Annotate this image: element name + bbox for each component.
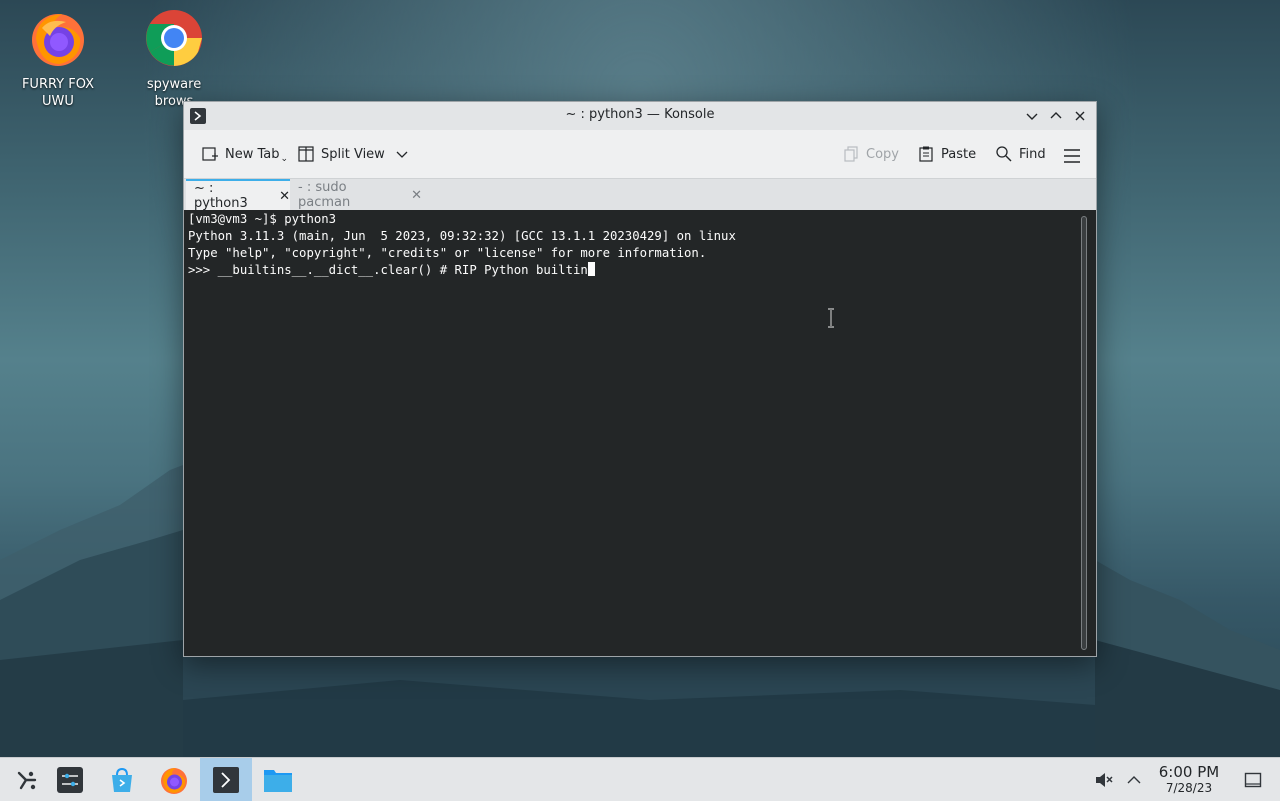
close-icon[interactable] (1070, 106, 1090, 126)
terminal-line: Type "help", "copyright", "credits" or "… (188, 246, 707, 260)
chevron-up-icon (1127, 775, 1141, 783)
application-launcher-icon (17, 771, 37, 789)
konsole-icon (213, 766, 239, 793)
taskbar: 6:00 PM 7/28/23 (0, 757, 1280, 801)
split-view-icon (298, 146, 314, 162)
chevron-down-icon: ⌄ (280, 154, 289, 164)
tab-bar: ~ : python3 ✕ - : sudo pacman ✕ (184, 178, 1096, 211)
terminal-view[interactable]: [vm3@vm3 ~]$ python3 Python 3.11.3 (main… (184, 210, 1096, 656)
file-manager-icon (264, 769, 292, 792)
desktop-icon-firefox[interactable]: FURRY FOX UWU (8, 0, 108, 110)
maximize-icon[interactable] (1046, 106, 1066, 126)
paste-icon (919, 146, 933, 162)
show-desktop-button[interactable] (1244, 758, 1262, 801)
copy-button[interactable]: Copy (842, 144, 899, 164)
find-button[interactable]: Find (995, 144, 1046, 164)
digital-clock[interactable]: 6:00 PM 7/28/23 (1150, 763, 1228, 796)
desktop-icon-chrome[interactable]: spyware brows (124, 0, 224, 110)
desktop-icon-label: FURRY FOX UWU (21, 77, 95, 109)
copy-label: Copy (866, 146, 899, 162)
titlebar[interactable]: ~ : python3 — Konsole (184, 102, 1096, 130)
terminal-line: Python 3.11.3 (main, Jun 5 2023, 09:32:3… (188, 229, 736, 243)
terminal-line: [vm3@vm3 ~]$ python3 (188, 212, 337, 226)
tab-python3[interactable]: ~ : python3 ✕ (186, 179, 290, 211)
chrome-icon (146, 10, 202, 66)
firefox-icon (161, 767, 187, 794)
taskbar-firefox[interactable] (148, 758, 200, 801)
scrollbar[interactable] (1081, 216, 1087, 650)
taskbar-discover[interactable] (96, 758, 148, 801)
toolbar: New Tab ⌄ Split View Copy Paste Find (184, 130, 1096, 178)
new-tab-icon (202, 147, 218, 161)
terminal-prompt-line: >>> __builtins__.__dict__.clear() # RIP … (188, 262, 595, 279)
taskbar-file-manager[interactable] (252, 758, 304, 801)
system-tray-expand-button[interactable] (1126, 758, 1142, 801)
new-tab-button[interactable]: New Tab ⌄ (201, 144, 288, 164)
search-icon (996, 146, 1012, 162)
hamburger-menu-icon[interactable] (1063, 146, 1081, 166)
text-cursor (587, 262, 595, 276)
chevron-down-icon (396, 151, 408, 158)
terminal-input: >>> __builtins__.__dict__.clear() # RIP … (188, 263, 588, 277)
settings-icon (57, 766, 83, 793)
find-label: Find (1019, 146, 1046, 162)
volume-muted-icon (1096, 772, 1113, 787)
konsole-window: ~ : python3 — Konsole New Tab ⌄ Split Vi… (183, 101, 1097, 657)
show-desktop-icon (1244, 772, 1262, 787)
paste-button[interactable]: Paste (917, 144, 976, 164)
close-tab-icon[interactable]: ✕ (411, 188, 422, 203)
tab-label: ~ : python3 (194, 181, 248, 211)
taskbar-system-settings[interactable] (44, 758, 96, 801)
ibeam-cursor-icon (828, 308, 834, 328)
clock-date: 7/28/23 (1165, 781, 1213, 795)
taskbar-konsole[interactable] (200, 758, 252, 801)
clock-time: 6:00 PM (1158, 763, 1220, 781)
discover-store-icon (112, 767, 132, 792)
tab-sudo-pacman[interactable]: - : sudo pacman ✕ (290, 179, 422, 211)
window-title: ~ : python3 — Konsole (565, 107, 715, 122)
split-view-button[interactable]: Split View (297, 144, 415, 164)
paste-label: Paste (941, 146, 977, 162)
tab-label: - : sudo pacman (298, 180, 351, 210)
split-view-label: Split View (321, 146, 385, 162)
minimize-icon[interactable] (1022, 106, 1042, 126)
volume-muted-button[interactable] (1094, 758, 1114, 801)
copy-icon (844, 146, 858, 162)
firefox-icon (32, 14, 84, 66)
new-tab-label: New Tab (225, 146, 280, 162)
close-tab-icon[interactable]: ✕ (279, 189, 290, 204)
